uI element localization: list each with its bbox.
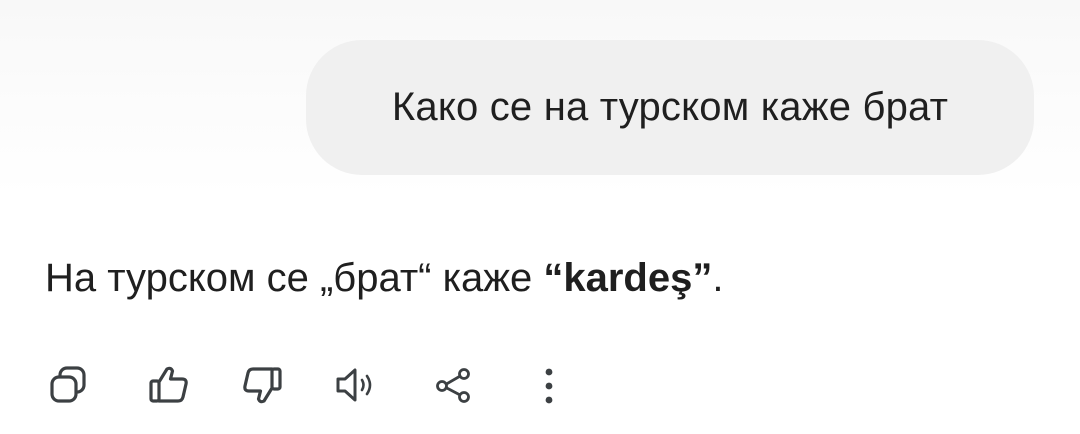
response-bold-word: kardeş — [563, 256, 693, 300]
thumbs-down-icon — [243, 367, 282, 404]
copy-icon — [50, 366, 86, 403]
read-aloud-button[interactable] — [333, 362, 379, 408]
more-vertical-icon — [545, 368, 553, 404]
share-button[interactable] — [431, 362, 477, 408]
thumbs-up-icon — [149, 366, 188, 403]
assistant-response: На турском се „брат“ каже “kardeş”. — [45, 252, 723, 304]
more-options-button[interactable] — [526, 362, 572, 408]
speaker-icon — [336, 368, 372, 402]
user-message-bubble: Како се на турском каже брат — [306, 40, 1034, 175]
thumbs-down-button[interactable] — [239, 362, 285, 408]
response-suffix: . — [712, 256, 724, 300]
thumbs-up-button[interactable] — [146, 362, 192, 408]
response-open-quote: “ — [543, 256, 564, 300]
share-icon — [436, 368, 470, 403]
response-text-prefix: На турском се „брат“ каже — [45, 256, 544, 300]
user-message-text: Како се на турском каже брат — [391, 85, 949, 129]
response-close-quote: ” — [692, 256, 713, 300]
response-actions-bar — [46, 362, 586, 408]
chat-container: Како се на турском каже брат На турском … — [0, 0, 1080, 434]
copy-button[interactable] — [46, 362, 92, 408]
